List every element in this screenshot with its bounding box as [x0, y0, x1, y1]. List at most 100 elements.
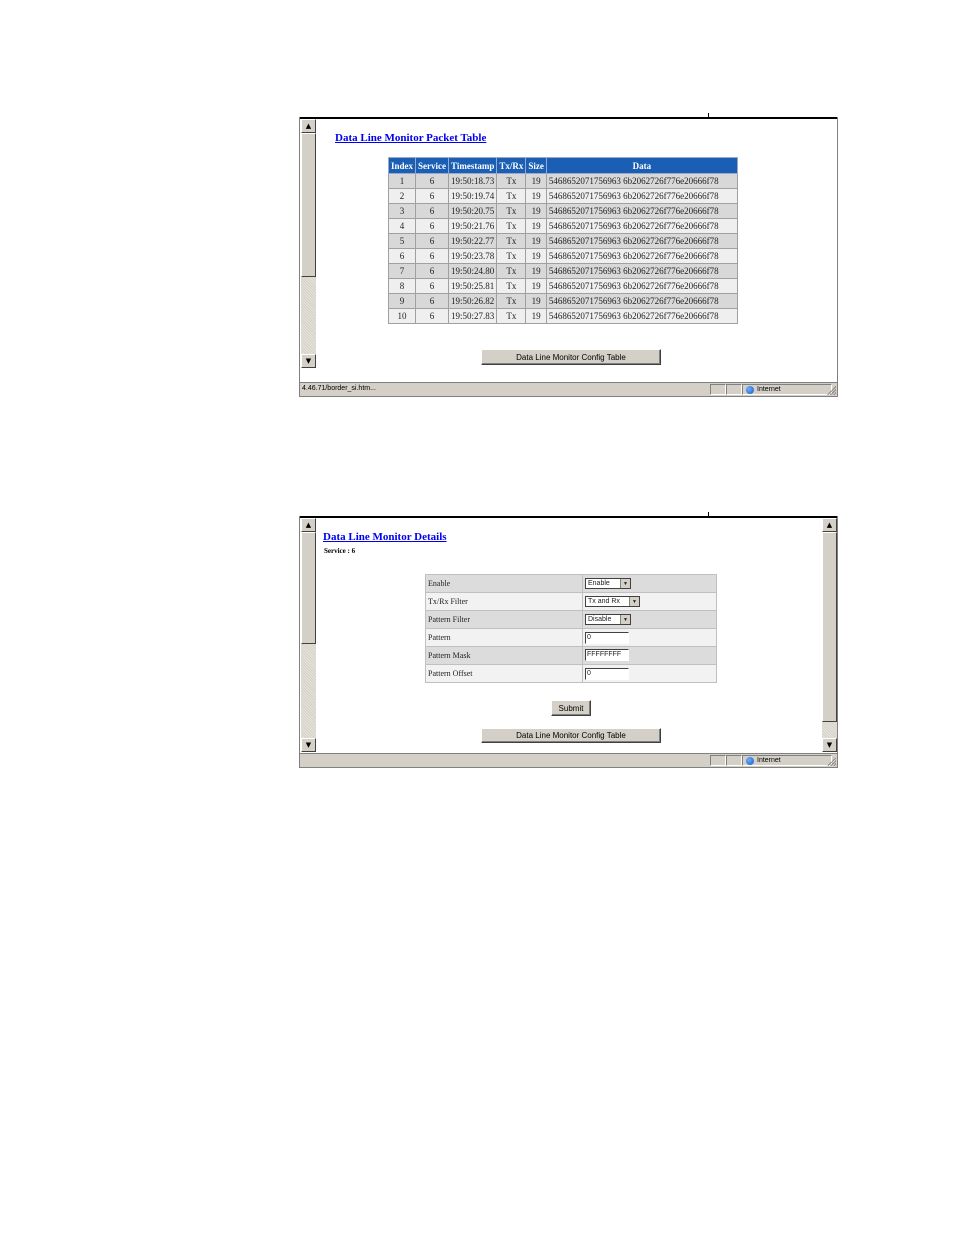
- table-row: 8 6 19:50:25.81 Tx 19 5468652071756963 6…: [387, 278, 738, 294]
- cell-service: 6: [415, 218, 449, 234]
- page-title-link[interactable]: Data Line Monitor Packet Table: [335, 132, 486, 144]
- pattern-filter-value: Disable: [588, 616, 612, 623]
- table-row: 7 6 19:50:24.80 Tx 19 5468652071756963 6…: [387, 263, 738, 279]
- enable-select-value: Enable: [588, 580, 610, 587]
- cell-size: 19: [525, 233, 547, 249]
- packet-table: Index Service Timestamp Tx/Rx Size Data …: [387, 157, 738, 324]
- cell-size: 19: [525, 248, 547, 264]
- cell-data: 5468652071756963 6b2062726f776e20666f78: [545, 233, 738, 249]
- scrollbar-thumb[interactable]: [301, 532, 316, 644]
- vertical-scrollbar-right[interactable]: ▲ ▼: [822, 518, 837, 752]
- pattern-mask-input[interactable]: FFFFFFFF: [585, 648, 629, 661]
- cell-timestamp: 19:50:25.81: [447, 278, 498, 294]
- status-url: 4.46.71/border_si.htm...: [302, 385, 376, 392]
- status-segment: [726, 755, 742, 766]
- table-row: 4 6 19:50:21.76 Tx 19 5468652071756963 6…: [387, 218, 738, 234]
- details-window: ▲ ▼ ▲ ▼ Data Line Monitor Details Servic…: [299, 512, 838, 768]
- field-control: 0: [582, 664, 717, 683]
- cell-timestamp: 19:50:27.83: [447, 308, 498, 324]
- status-zone: Internet: [742, 384, 832, 395]
- cell-txrx: Tx: [496, 188, 527, 204]
- cell-timestamp: 19:50:18.73: [447, 173, 498, 189]
- cell-timestamp: 19:50:23.78: [447, 248, 498, 264]
- vertical-scrollbar[interactable]: ▲ ▼: [301, 119, 316, 368]
- status-zone: Internet: [742, 755, 832, 766]
- status-segment: [710, 755, 726, 766]
- status-bar: Internet: [300, 753, 837, 767]
- table-row: 5 6 19:50:22.77 Tx 19 5468652071756963 6…: [387, 233, 738, 249]
- cell-size: 19: [525, 203, 547, 219]
- scroll-up-arrow-icon[interactable]: ▲: [301, 518, 316, 532]
- col-header-index: Index: [387, 157, 417, 174]
- config-table-button[interactable]: Data Line Monitor Config Table: [481, 728, 661, 743]
- cell-index: 7: [387, 263, 417, 279]
- config-table-button[interactable]: Data Line Monitor Config Table: [481, 349, 661, 365]
- cell-service: 6: [415, 173, 449, 189]
- field-label: Pattern Filter: [425, 610, 583, 629]
- field-control: Disable ▼: [582, 610, 717, 629]
- form-row-enable: Enable Enable ▼: [425, 574, 717, 593]
- cell-service: 6: [415, 188, 449, 204]
- cell-txrx: Tx: [496, 278, 527, 294]
- cell-index: 10: [387, 308, 417, 324]
- cell-service: 6: [415, 278, 449, 294]
- packet-table-window: ▲ ▼ Data Line Monitor Packet Table Index…: [299, 113, 838, 397]
- cell-service: 6: [415, 203, 449, 219]
- chevron-down-icon[interactable]: ▼: [620, 615, 630, 624]
- vertical-scrollbar-left[interactable]: ▲ ▼: [301, 518, 316, 752]
- field-control: FFFFFFFF: [582, 646, 717, 665]
- cell-index: 5: [387, 233, 417, 249]
- cell-txrx: Tx: [496, 173, 527, 189]
- cell-size: 19: [525, 263, 547, 279]
- cell-size: 19: [525, 218, 547, 234]
- submit-button[interactable]: Submit: [551, 700, 591, 716]
- scrollbar-thumb[interactable]: [822, 532, 837, 722]
- scroll-down-arrow-icon[interactable]: ▼: [301, 354, 316, 368]
- status-segment: [726, 384, 742, 395]
- cell-index: 6: [387, 248, 417, 264]
- form-row-pattern-mask: Pattern Mask FFFFFFFF: [425, 646, 717, 665]
- cell-txrx: Tx: [496, 248, 527, 264]
- service-label: Service : 6: [324, 547, 356, 555]
- field-control: Enable ▼: [582, 574, 717, 593]
- table-row: 10 6 19:50:27.83 Tx 19 5468652071756963 …: [387, 308, 738, 324]
- pattern-offset-input[interactable]: 0: [585, 667, 629, 680]
- scrollbar-thumb[interactable]: [301, 133, 316, 277]
- table-row: 3 6 19:50:20.75 Tx 19 5468652071756963 6…: [387, 203, 738, 219]
- table-row: 6 6 19:50:23.78 Tx 19 5468652071756963 6…: [387, 248, 738, 264]
- field-label: Pattern Offset: [425, 664, 583, 683]
- resize-grip-icon[interactable]: [826, 385, 836, 395]
- pattern-input[interactable]: 0: [585, 631, 629, 644]
- cell-timestamp: 19:50:21.76: [447, 218, 498, 234]
- scroll-up-arrow-icon[interactable]: ▲: [301, 119, 316, 133]
- pattern-filter-select[interactable]: Disable ▼: [585, 614, 631, 625]
- col-header-size: Size: [525, 157, 547, 174]
- cell-data: 5468652071756963 6b2062726f776e20666f78: [545, 188, 738, 204]
- cell-service: 6: [415, 233, 449, 249]
- cell-txrx: Tx: [496, 293, 527, 309]
- col-header-service: Service: [415, 157, 449, 174]
- form-row-txrx: Tx/Rx Filter Tx and Rx ▼: [425, 592, 717, 611]
- col-header-data: Data: [545, 157, 738, 174]
- scroll-up-arrow-icon[interactable]: ▲: [822, 518, 837, 532]
- cell-data: 5468652071756963 6b2062726f776e20666f78: [545, 263, 738, 279]
- cell-size: 19: [525, 173, 547, 189]
- chevron-down-icon[interactable]: ▼: [629, 597, 639, 606]
- txrx-filter-select[interactable]: Tx and Rx ▼: [585, 596, 640, 607]
- details-title-link[interactable]: Data Line Monitor Details: [323, 531, 447, 543]
- details-form-table: Enable Enable ▼ Tx/Rx Filter Tx and Rx ▼…: [425, 574, 717, 683]
- cell-index: 1: [387, 173, 417, 189]
- cell-data: 5468652071756963 6b2062726f776e20666f78: [545, 293, 738, 309]
- cell-timestamp: 19:50:24.80: [447, 263, 498, 279]
- enable-select[interactable]: Enable ▼: [585, 578, 631, 589]
- window-tick-mark: [708, 512, 709, 517]
- window-tick-mark: [708, 113, 709, 118]
- cell-txrx: Tx: [496, 203, 527, 219]
- resize-grip-icon[interactable]: [826, 756, 836, 766]
- field-label: Enable: [425, 574, 583, 593]
- chevron-down-icon[interactable]: ▼: [620, 579, 630, 588]
- cell-txrx: Tx: [496, 308, 527, 324]
- cell-data: 5468652071756963 6b2062726f776e20666f78: [545, 173, 738, 189]
- scroll-down-arrow-icon[interactable]: ▼: [822, 738, 837, 752]
- scroll-down-arrow-icon[interactable]: ▼: [301, 738, 316, 752]
